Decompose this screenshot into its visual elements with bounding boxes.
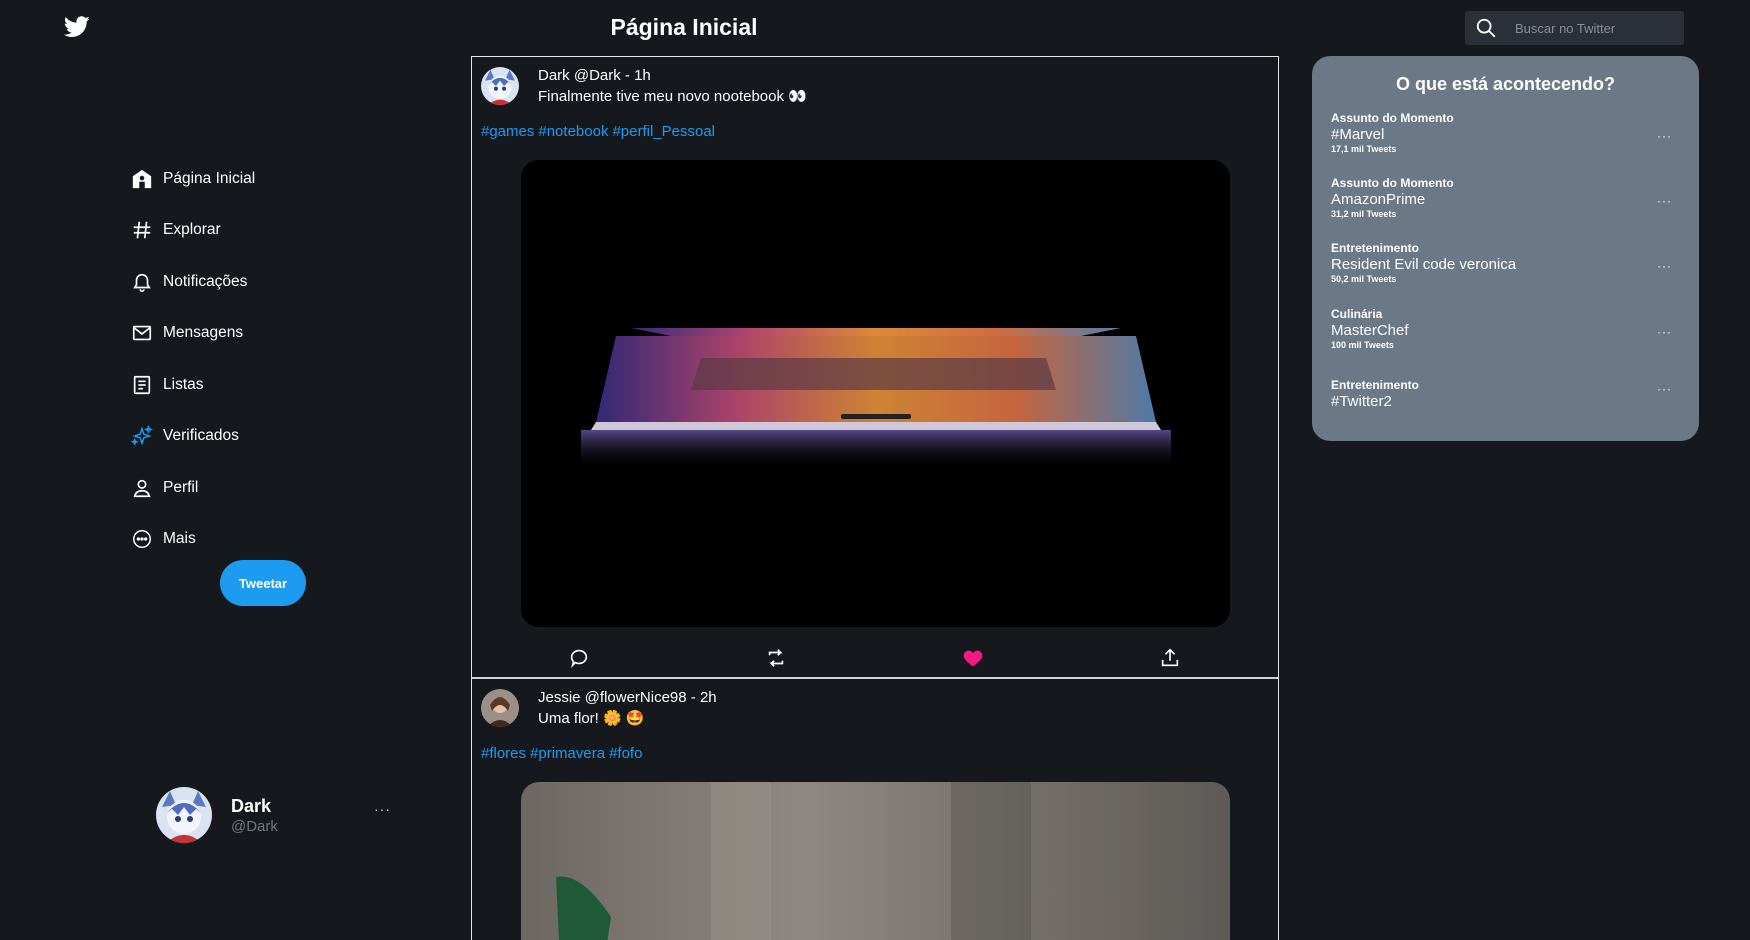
- page-title: Página Inicial: [610, 14, 758, 40]
- trend-item[interactable]: Assunto do Momento AmazonPrime 31,2 mil …: [1331, 176, 1676, 226]
- trend-category: Culinária: [1331, 307, 1383, 321]
- tweet[interactable]: Dark @Dark - 1h Finalmente tive meu novo…: [472, 57, 1278, 679]
- hashtag-link[interactable]: #games: [481, 123, 534, 140]
- reply-icon[interactable]: [568, 647, 590, 669]
- trend-name: MasterChef: [1331, 322, 1409, 339]
- trends-title: O que está acontecendo?: [1395, 74, 1616, 94]
- trend-more-button[interactable]: ···: [1657, 382, 1672, 396]
- envelope-icon: [131, 322, 153, 344]
- tweet-hashtags: #flores #primavera #fofo: [481, 745, 646, 762]
- person-icon: [131, 477, 153, 499]
- sidebar-item-label: Notificações: [163, 272, 248, 290]
- trend-item[interactable]: Entretenimento #Twitter2 ···: [1331, 378, 1676, 428]
- sidebar-item-label: Mais: [163, 530, 196, 548]
- profile-name: Dark: [231, 796, 272, 816]
- twitter-bird-icon[interactable]: [64, 16, 90, 38]
- trend-name: #Twitter2: [1331, 393, 1392, 410]
- feed: Dark @Dark - 1h Finalmente tive meu novo…: [471, 56, 1279, 940]
- tweet-text: Finalmente tive meu novo nootebook 👀: [538, 88, 807, 105]
- like-icon[interactable]: [962, 647, 984, 669]
- trend-more-button[interactable]: ···: [1657, 194, 1672, 208]
- sidebar: Página Inicial Explorar Notificações Men…: [0, 56, 470, 940]
- search-box[interactable]: [1465, 11, 1684, 45]
- trend-count: 17,1 mil Tweets: [1331, 144, 1397, 154]
- sidebar-item-label: Mensagens: [163, 324, 244, 342]
- sidebar-item-verified[interactable]: Verificados: [131, 411, 255, 463]
- trend-more-button[interactable]: ···: [1657, 325, 1672, 339]
- tweet-header: Dark @Dark - 1h: [538, 67, 651, 84]
- sidebar-item-label: Página Inicial: [163, 169, 256, 187]
- trend-item[interactable]: Culinária MasterChef 100 mil Tweets ···: [1331, 307, 1676, 357]
- trend-count: 50,2 mil Tweets: [1331, 274, 1397, 284]
- sparkle-icon: [131, 425, 153, 447]
- hashtag-link[interactable]: #flores: [481, 745, 526, 762]
- top-bar: Página Inicial: [0, 0, 1750, 56]
- sidebar-item-label: Explorar: [163, 221, 221, 239]
- tweet-button[interactable]: Tweetar: [220, 560, 306, 606]
- hashtag-link[interactable]: #primavera: [530, 745, 605, 762]
- tweet-hashtags: #games #notebook #perfil_Pessoal: [481, 123, 719, 140]
- more-circle-icon: [131, 528, 153, 550]
- trend-category: Assunto do Momento: [1331, 111, 1454, 125]
- tweet-actions: [472, 647, 1278, 669]
- trend-category: Assunto do Momento: [1331, 176, 1454, 190]
- trend-item[interactable]: Entretenimento Resident Evil code veroni…: [1331, 241, 1676, 291]
- list-icon: [131, 374, 153, 396]
- share-icon[interactable]: [1159, 647, 1181, 669]
- trend-name: Resident Evil code veronica: [1331, 256, 1517, 273]
- avatar: [156, 787, 212, 843]
- tweet-image-flower[interactable]: [521, 782, 1230, 940]
- sidebar-item-home[interactable]: Página Inicial: [131, 153, 255, 205]
- sidebar-item-notifications[interactable]: Notificações: [131, 256, 255, 308]
- profile-card[interactable]: Dark @Dark ···: [156, 787, 396, 845]
- profile-more-button[interactable]: ···: [374, 801, 391, 817]
- hashtag-link[interactable]: #perfil_Pessoal: [612, 123, 715, 140]
- sidebar-item-explore[interactable]: Explorar: [131, 205, 255, 257]
- sidebar-item-label: Listas: [163, 375, 204, 393]
- sidebar-item-profile[interactable]: Perfil: [131, 462, 255, 514]
- tweet-image-laptop[interactable]: [521, 160, 1230, 627]
- trend-name: AmazonPrime: [1331, 191, 1426, 208]
- hashtag-link[interactable]: #notebook: [538, 123, 608, 140]
- tweet-header: Jessie @flowerNice98 - 2h: [538, 689, 717, 706]
- sidebar-item-more[interactable]: Mais: [131, 514, 255, 566]
- trend-name: #Marvel: [1331, 126, 1385, 143]
- sidebar-item-label: Perfil: [163, 478, 199, 496]
- hashtag-link[interactable]: #fofo: [609, 745, 642, 762]
- trend-item[interactable]: Assunto do Momento #Marvel 17,1 mil Twee…: [1331, 111, 1676, 161]
- search-input[interactable]: [1515, 20, 1675, 36]
- trend-more-button[interactable]: ···: [1657, 129, 1672, 143]
- hashtag-icon: [131, 219, 153, 241]
- avatar[interactable]: [481, 67, 519, 105]
- bell-icon: [131, 271, 153, 293]
- tweet[interactable]: Jessie @flowerNice98 - 2h Uma flor! 🌼 🤩 …: [472, 679, 1278, 940]
- avatar[interactable]: [481, 689, 519, 727]
- trend-category: Entretenimento: [1331, 241, 1420, 255]
- trend-category: Entretenimento: [1331, 378, 1420, 392]
- sidebar-item-messages[interactable]: Mensagens: [131, 308, 255, 360]
- search-icon: [1476, 18, 1496, 38]
- sidebar-item-lists[interactable]: Listas: [131, 359, 255, 411]
- sidebar-item-label: Verificados: [163, 427, 239, 445]
- trend-count: 31,2 mil Tweets: [1331, 209, 1397, 219]
- retweet-icon[interactable]: [765, 647, 787, 669]
- trend-count: 100 mil Tweets: [1331, 340, 1394, 350]
- profile-handle: @Dark: [231, 818, 278, 835]
- trend-more-button[interactable]: ···: [1657, 259, 1672, 273]
- home-icon: [131, 168, 153, 190]
- sidebar-nav: Página Inicial Explorar Notificações Men…: [131, 153, 255, 565]
- trends-panel: O que está acontecendo? Assunto do Momen…: [1312, 56, 1699, 441]
- tweet-text: Uma flor! 🌼 🤩: [538, 710, 645, 727]
